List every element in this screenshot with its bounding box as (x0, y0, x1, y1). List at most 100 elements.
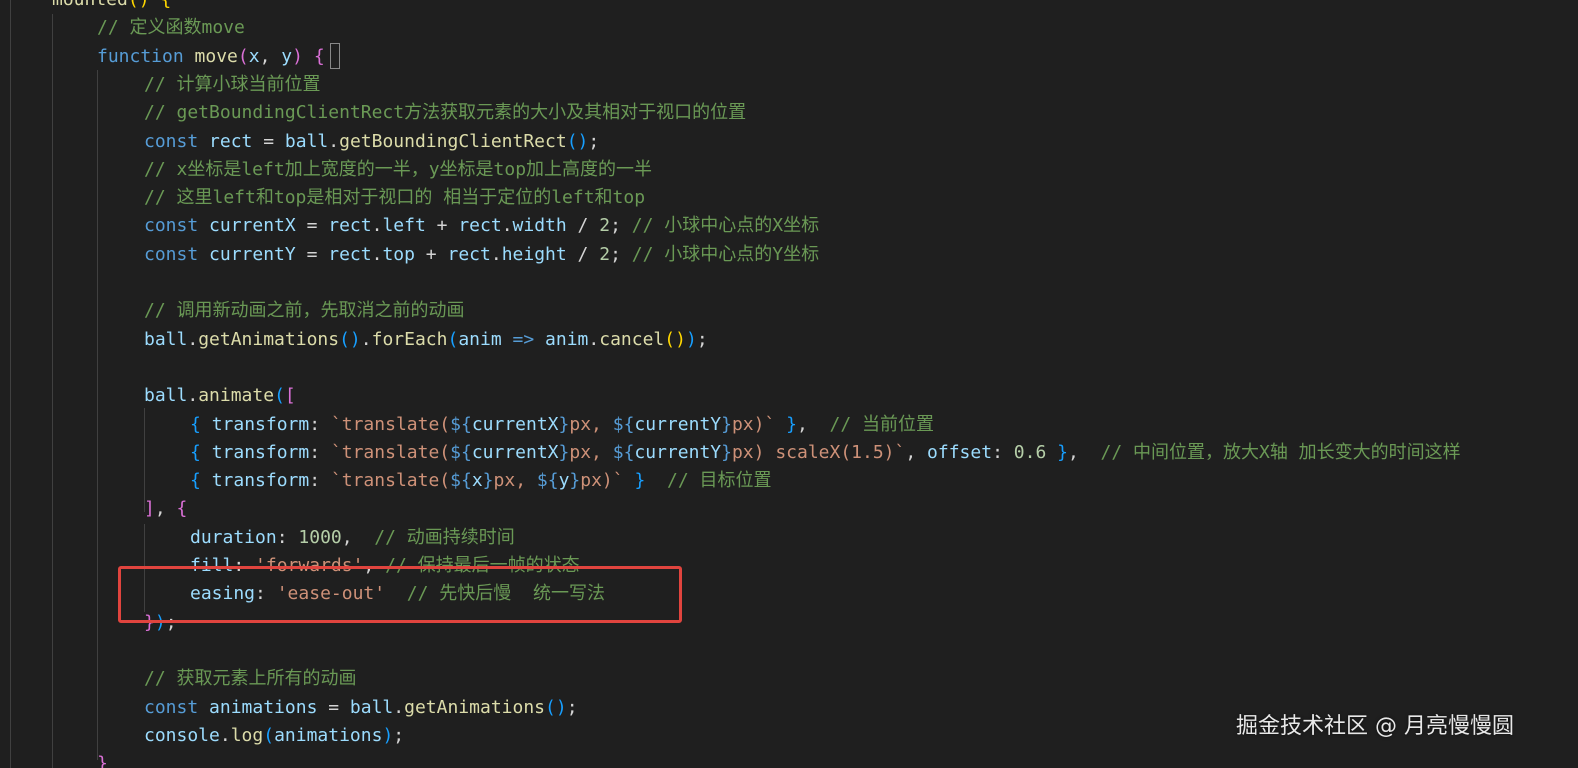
code-token: // 获取元素上所有的动画 (144, 668, 357, 690)
code-line[interactable]: ball.animate([ (144, 382, 296, 410)
code-token: + (414, 243, 448, 265)
code-token: duration (190, 526, 277, 548)
code-token: currentY (634, 441, 722, 463)
code-line[interactable]: // 定义函数move (97, 14, 245, 42)
code-token: = (295, 215, 329, 237)
code-token: } (1046, 441, 1068, 463)
code-token: ${ (450, 470, 472, 492)
code-token: // 小球中心点的X坐标 (631, 215, 820, 237)
code-token: [ (284, 385, 296, 407)
code-token: , (154, 498, 177, 520)
code-line[interactable]: duration: 1000, // 动画持续时间 (190, 524, 515, 552)
watermark-text: 掘金技术社区 @ 月亮慢慢圆 (1236, 714, 1514, 739)
code-token: () (545, 696, 567, 718)
code-token: const (144, 696, 210, 718)
code-line[interactable]: // x坐标是left加上宽度的一半，y坐标是top加上高度的一半 (144, 156, 652, 184)
code-token: ball (144, 385, 188, 407)
code-line[interactable]: mounted() { (52, 0, 171, 14)
code-token: transform (211, 413, 310, 435)
code-token: px, (569, 441, 613, 463)
code-token: } (97, 753, 108, 768)
code-token: , (341, 526, 375, 548)
code-token: ball (284, 130, 329, 152)
code-token: px)` (580, 470, 624, 492)
code-token: rect (447, 243, 491, 265)
code-token: log (230, 724, 264, 746)
code-token: transform (211, 441, 310, 463)
code-line[interactable]: { transform: `translate(${currentX}px, $… (190, 411, 934, 439)
code-token: } (558, 413, 570, 435)
code-line[interactable]: ], { (144, 495, 187, 523)
code-line[interactable]: console.log(animations); (144, 722, 404, 750)
code-token: , (905, 441, 928, 463)
code-token: . (490, 243, 502, 265)
code-token: rect (209, 130, 253, 152)
code-token: currentX (471, 441, 559, 463)
code-token: : (309, 413, 331, 435)
code-token: { (190, 441, 212, 463)
code-token: ) (685, 328, 697, 350)
code-token: function (97, 45, 195, 67)
highlight-annotation-box (118, 566, 682, 623)
code-token: const (144, 243, 210, 265)
code-token: ; (696, 328, 708, 350)
code-token: } (482, 470, 494, 492)
code-line[interactable]: { transform: `translate(${currentX}px, $… (190, 439, 1461, 467)
code-line[interactable]: function move(x, y) { (97, 43, 325, 71)
code-line[interactable]: const animations = ball.getAnimations(); (144, 694, 578, 722)
code-token: x (471, 470, 483, 492)
code-token: animations (274, 724, 383, 746)
code-line[interactable]: // 获取元素上所有的动画 (144, 665, 357, 693)
code-line[interactable]: // getBoundingClientRect方法获取元素的大小及其相对于视口… (144, 99, 746, 127)
code-token: // 计算小球当前位置 (144, 73, 321, 95)
code-line[interactable]: const rect = ball.getBoundingClientRect(… (144, 128, 599, 156)
code-token: ; (588, 130, 600, 152)
code-token: = (295, 243, 329, 265)
code-token: / (566, 243, 600, 265)
code-token: 2 (599, 243, 611, 265)
code-token: 1000 (298, 526, 342, 548)
code-token: ball (349, 696, 394, 718)
code-token: top (382, 243, 415, 265)
code-token: currentY (209, 243, 296, 265)
code-token: currentX (209, 215, 296, 237)
code-token: // 小球中心点的Y坐标 (631, 243, 820, 265)
code-token: } (775, 413, 798, 435)
code-token: ${ (612, 413, 635, 435)
code-token: const (144, 215, 210, 237)
code-token: } (623, 470, 646, 492)
code-token: height (501, 243, 567, 265)
code-token: . (187, 328, 199, 350)
code-token: px, (493, 470, 537, 492)
code-line[interactable]: const currentY = rect.top + rect.height … (144, 241, 819, 269)
code-line[interactable]: // 这里left和top是相对于视口的 相当于定位的left和top (144, 184, 645, 212)
code-line[interactable]: // 调用新动画之前，先取消之前的动画 (144, 297, 465, 325)
code-token: { (190, 470, 212, 492)
code-token: ; (393, 724, 405, 746)
code-token: . (393, 696, 405, 718)
code-token: offset (927, 441, 993, 463)
code-line[interactable]: } (97, 750, 108, 768)
code-token: cancel (599, 328, 665, 350)
code-token: getAnimations (404, 696, 546, 718)
code-token: => (501, 328, 546, 350)
code-token: { (176, 498, 188, 520)
code-token: getBoundingClientRect (339, 130, 567, 152)
code-token: ] (144, 498, 155, 520)
code-token: } (721, 413, 732, 435)
code-token: ) (382, 724, 394, 746)
code-token: x (248, 45, 260, 67)
code-token: // x坐标是left加上宽度的一半，y坐标是top加上高度的一半 (144, 158, 653, 180)
code-editor[interactable]: mounted() { // 定义函数move function move(x, y… (0, 0, 1578, 768)
code-line[interactable]: // 计算小球当前位置 (144, 71, 321, 99)
code-line[interactable]: const currentX = rect.left + rect.width … (144, 212, 819, 240)
code-line[interactable]: { transform: `translate(${x}px, ${y}px)`… (190, 467, 772, 495)
code-token: left (382, 215, 426, 237)
code-line[interactable]: ball.getAnimations().forEach(anim => ani… (144, 326, 708, 354)
code-token: ( (237, 45, 249, 67)
code-token: () (128, 0, 161, 10)
code-token: } (569, 470, 581, 492)
code-token: . (219, 724, 231, 746)
code-token: width (512, 215, 567, 237)
code-token: // 定义函数move (97, 17, 245, 39)
